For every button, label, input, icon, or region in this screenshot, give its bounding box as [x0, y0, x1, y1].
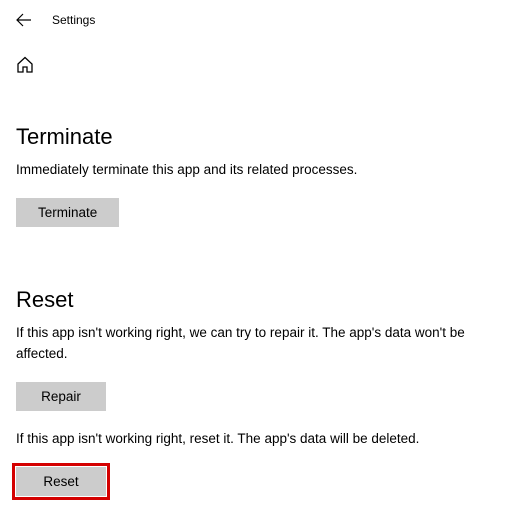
page-title: Settings: [52, 13, 95, 27]
terminate-button[interactable]: Terminate: [16, 198, 119, 227]
back-arrow-icon: [16, 12, 32, 28]
home-row: [0, 28, 523, 74]
header: Settings: [0, 0, 523, 28]
terminate-description: Immediately terminate this app and its r…: [16, 160, 496, 180]
content: Terminate Immediately terminate this app…: [0, 74, 523, 496]
repair-description: If this app isn't working right, we can …: [16, 323, 496, 364]
reset-description: If this app isn't working right, reset i…: [16, 429, 496, 449]
reset-heading: Reset: [16, 287, 507, 313]
back-button[interactable]: [16, 12, 32, 28]
home-icon: [16, 56, 34, 74]
home-button[interactable]: [16, 56, 34, 74]
reset-button[interactable]: Reset: [16, 467, 106, 496]
repair-button[interactable]: Repair: [16, 382, 106, 411]
terminate-heading: Terminate: [16, 124, 507, 150]
